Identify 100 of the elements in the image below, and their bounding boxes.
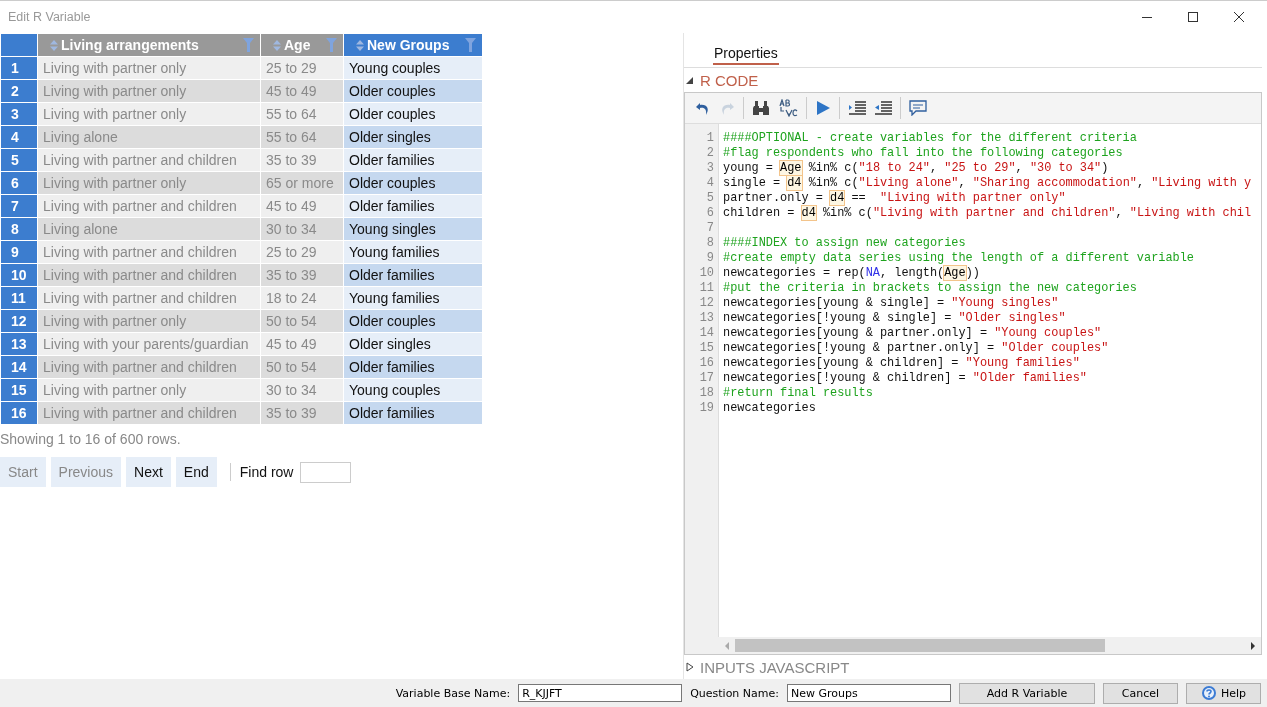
line-number: 11 [698,281,714,296]
code-string: "Living with chil [1129,206,1252,220]
column-title: Living arrangements [61,37,200,53]
row-number: 1 [0,56,38,80]
find-row-label: Find row [239,464,294,480]
scroll-right-icon[interactable] [1249,641,1257,650]
code-string: "Living with partner and children" [872,206,1116,220]
table-cell: Young singles [343,217,483,241]
expand-triangle-icon[interactable] [686,662,694,672]
line-number: 9 [705,251,714,266]
code-text: single = [723,176,782,190]
base-name-field[interactable]: R_KJJFT [518,684,683,702]
table-cell: Older singles [343,125,483,149]
code-comment: ####OPTIONAL - create variables for the different criteria [723,131,1137,145]
code-text: , [958,176,967,190]
code-string: "Young families" [965,356,1080,370]
code-text: , [1136,176,1146,190]
code-string: "Older couples" [1001,341,1109,355]
table-cell: Older couples [343,309,483,333]
dialog-button[interactable]: Cancel [1103,682,1178,704]
code-text: newcategories[young & partner.only] = [723,326,988,340]
play-icon[interactable] [815,100,831,116]
table-cell: Young couples [343,56,483,80]
indent-icon[interactable] [848,101,866,115]
code-text: newcategories[!young & single] = [723,311,953,325]
line-number: 12 [698,296,714,311]
question-name-label: Question Name: [690,686,779,700]
horizontal-scrollbar[interactable] [685,637,1261,654]
table-cell: Living alone [37,217,261,241]
code-text: newcategories[!young & partner.only] = [723,341,996,355]
code-text: %in% c( [807,176,859,190]
row-number: 14 [0,355,38,379]
code-string: "Young singles" [951,296,1059,310]
table-cell: Older couples [343,79,483,103]
table-cell: Older couples [343,102,483,126]
binoculars-icon[interactable] [752,100,770,116]
section-header[interactable]: R CODE [684,68,1262,92]
maximize-icon[interactable] [1187,11,1199,23]
code-text: ) [1101,161,1109,175]
code-string: "Young couples" [994,326,1102,340]
outdent-icon[interactable] [874,101,892,115]
close-icon[interactable] [1233,11,1245,23]
code-text: == [850,191,867,205]
table-cell: Living with partner and children [37,148,261,172]
help-button[interactable]: Help [1186,682,1261,704]
code-text: %in% c( [807,161,859,175]
row-number: 6 [0,171,38,195]
code-string: "Living with partner only" [880,191,1066,205]
code-comment: ####INDEX to assign new categories [723,236,966,250]
code-variable: d4 [801,206,816,220]
code-string: "25 to 29" [944,161,1016,175]
table-cell: Older singles [343,332,483,356]
code-text: , [929,161,939,175]
code-comment: #put the criteria in brackets to assign the new categories [723,281,1137,295]
line-number: 6 [705,206,714,221]
table-cell: Living with partner only [37,79,261,103]
dialog-button[interactable]: Add R Variable [959,682,1095,704]
section-header[interactable]: INPUTS JAVASCRIPT [684,655,1262,679]
line-number: 8 [705,236,714,251]
code-text: newcategories[!young & children] = [723,371,967,385]
row-number: 8 [0,217,38,241]
code-text: young = [723,161,774,175]
row-number: 13 [0,332,38,356]
table-cell: Older families [343,148,483,172]
pager-button[interactable]: End [175,457,217,487]
pager-button[interactable]: Next [126,457,171,487]
collapse-triangle-icon[interactable] [686,75,694,85]
row-number: 12 [0,309,38,333]
table-cell: Young couples [343,378,483,402]
code-string: "Living alone" [858,176,959,190]
find-row-field[interactable] [300,461,352,483]
line-number: 1 [705,131,714,146]
row-number: 3 [0,102,38,126]
code-text: newcategories[young & children] = [723,356,960,370]
question-name-field[interactable]: New Groups [787,684,951,702]
code-comment: #create empty data series using the length of a different variable [723,251,1194,265]
code-string: "Older families" [972,371,1087,385]
properties-tab[interactable]: Properties [713,45,779,65]
row-number: 9 [0,240,38,264]
code-text: partner.only = [723,191,824,205]
window-title: Edit R Variable [8,10,91,24]
table-cell: Living with partner and children [37,194,261,218]
table-cell: Young families [343,286,483,310]
code-string: "18 to 24" [858,161,930,175]
replace-icon[interactable] [778,99,798,117]
table-cell: Living with partner only [37,309,261,333]
line-number: 16 [698,356,714,371]
code-editor[interactable] [684,92,1262,655]
row-summary: Showing 1 to 16 of 600 rows. [0,431,182,447]
line-number: 19 [698,401,714,416]
row-number: 7 [0,194,38,218]
line-number: 3 [705,161,714,176]
table-cell: Living with partner only [37,56,261,80]
row-number: 2 [0,79,38,103]
comment-icon[interactable] [909,100,927,116]
code-string: "Older singles" [958,311,1066,325]
code-text: %in% c( [821,206,873,220]
column-title: New Groups [367,37,451,53]
code-text: )) [965,266,980,280]
table-cell: Living with partner only [37,171,261,195]
